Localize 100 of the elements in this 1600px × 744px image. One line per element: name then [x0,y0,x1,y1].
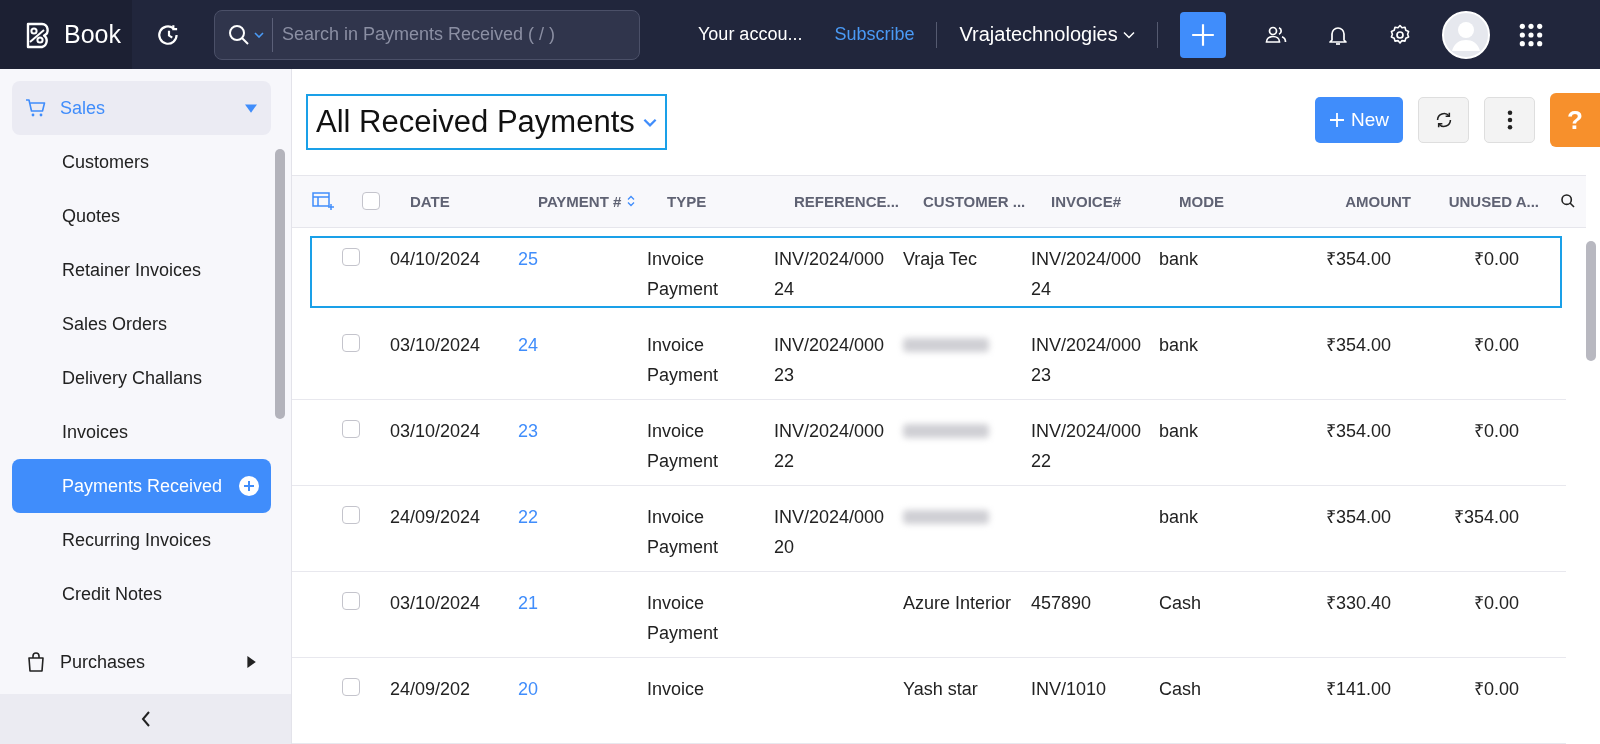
caret-icon [245,656,257,668]
search-field[interactable]: Search in Payments Received ( / ) [214,9,640,60]
table-cell-text: 04/10/2024 [390,247,482,271]
table-cell-text: ₹354.00 [1324,419,1392,443]
table-cell-text: INV/2024/00023 [1031,333,1143,387]
table-cell-text: Vraja Tec [903,247,979,271]
row-checkbox[interactable] [342,677,360,696]
refresh-button[interactable] [1418,97,1469,143]
sidebar-item[interactable]: Payments Received [12,459,271,513]
table-cell-text: ₹354.00 [1324,247,1392,271]
column-header[interactable]: MODE [1179,192,1291,210]
table-cell-text: 24/09/2024 [390,505,482,529]
app-name: Book [64,20,121,49]
table-row[interactable]: 24/09/202 20 Invoice Yash star INV/1010 Cash ₹141.00 ₹0.00 [292,657,1566,744]
select-all-checkbox[interactable] [362,192,380,211]
table-cell-text: INV/2024/00022 [774,419,886,473]
more-vertical-icon [1506,110,1513,130]
table-cell-text: ₹354.00 [1324,505,1392,529]
chevron-left-icon [140,711,151,727]
table-cell-text: Invoice Payment [647,419,720,473]
column-header[interactable]: AMOUNT [1291,192,1421,210]
table-cell-text: Invoice Payment [647,505,720,559]
table-cell-text: ₹0.00 [1472,591,1520,615]
table-cell-text: ₹330.40 [1324,591,1392,615]
row-checkbox[interactable] [342,247,360,266]
table-cell-text: bank [1159,247,1200,271]
table-cell-text: ₹354.00 [1452,505,1520,529]
sidebar-section[interactable]: Purchases [12,635,271,689]
table-cell-text: ₹0.00 [1472,333,1520,357]
more-options-button[interactable] [1484,97,1535,143]
caret-icon [245,102,257,114]
table-cell-text: ₹0.00 [1472,247,1520,271]
table-row[interactable]: 03/10/2024 24 Invoice Payment INV/2024/00023 INV/2024/00023 bank ₹354.00 ₹0.00 [292,313,1566,400]
payment-link[interactable]: 25 [518,243,647,274]
scrollbar-thumb[interactable] [275,149,285,419]
payment-link[interactable]: 20 [518,673,647,704]
table-cell-text: Cash [1159,677,1203,701]
column-header[interactable]: UNUSED A... [1421,192,1549,210]
search-icon[interactable] [1559,193,1576,210]
organization-menu[interactable]: Vrajatechnologies [959,23,1135,46]
column-header[interactable]: TYPE [667,192,794,210]
sidebar-item[interactable]: Delivery Challans [12,351,271,405]
table-row[interactable]: 03/10/2024 21 Invoice Payment Azure Interior 457890 Cash ₹330.40 ₹0.00 [292,571,1566,658]
add-circle-icon [239,476,259,496]
avatar-icon[interactable] [1441,10,1490,59]
table-cell-text: INV/2024/00020 [774,505,886,559]
table-cell-text: INV/2024/00023 [774,333,886,387]
sidebar-item[interactable]: Invoices [12,405,271,459]
new-button[interactable]: New [1315,97,1403,143]
payment-link[interactable]: 22 [518,501,647,532]
table-cell-text: INV/1010 [1031,677,1108,701]
sidebar-item[interactable]: Customers [12,135,271,189]
column-header[interactable]: PAYMENT # [538,192,667,210]
plus-icon [1189,21,1216,48]
table-cell-text: 24/09/202 [390,677,472,701]
row-checkbox[interactable] [342,505,360,524]
column-header[interactable]: CUSTOMER ... [923,192,1051,210]
search-icon [227,22,251,47]
table-cell-text: bank [1159,505,1200,529]
table-cell-text: ₹141.00 [1324,677,1392,701]
plus-icon [1329,112,1345,128]
column-settings-icon[interactable] [312,192,334,211]
sidebar-item[interactable]: Recurring Invoices [12,513,271,567]
table-cell-text: Invoice Payment [647,247,720,301]
caret-icon [1122,30,1135,39]
row-checkbox[interactable] [342,419,360,438]
scrollbar-thumb[interactable] [1586,241,1596,361]
table-cell-text: 03/10/2024 [390,333,482,357]
table-cell-text: INV/2024/00022 [1031,419,1143,473]
table-cell-text: INV/2024/00024 [774,247,886,301]
table-cell-text: 457890 [1031,591,1093,615]
payment-link[interactable]: 21 [518,587,647,618]
quick-create-button[interactable] [1179,11,1226,58]
subscribe-link[interactable]: Subscribe [834,24,915,45]
column-header[interactable]: DATE [410,192,538,210]
search-input[interactable]: Search in Payments Received ( / ) [273,23,639,46]
table-cell-text: Yash star [903,677,979,701]
table-cell-text: Invoice Payment [647,333,720,387]
table-cell-text: ₹0.00 [1472,419,1520,443]
column-header[interactable]: REFERENCE... [794,192,923,210]
sidebar-item[interactable]: Sales Orders [12,297,271,351]
view-selector[interactable]: All Received Payments [306,94,667,150]
table-cell-text: 03/10/2024 [390,419,482,443]
sidebar-item[interactable]: Retainer Invoices [12,243,271,297]
table-row[interactable]: 04/10/2024 25 Invoice Payment INV/2024/00024 Vraja Tec INV/2024/00024 bank ₹354.00 ₹0.00 [306,231,1566,312]
table-cell-text: Invoice Payment [647,591,720,645]
table-cell-text: Invoice [647,677,706,701]
payment-link[interactable]: 23 [518,415,647,446]
apps-grid-icon[interactable] [1517,21,1544,48]
sidebar-item[interactable]: Credit Notes [12,567,271,621]
row-checkbox[interactable] [342,591,360,610]
table-row[interactable]: 24/09/2024 22 Invoice Payment INV/2024/00020 bank ₹354.00 ₹354.00 [292,485,1566,572]
chevron-down-icon [642,117,657,127]
sidebar-item[interactable]: Quotes [12,189,271,243]
table-row[interactable]: 03/10/2024 23 Invoice Payment INV/2024/00022 INV/2024/00022 bank ₹354.00 ₹0.00 [292,399,1566,486]
payment-link[interactable]: 24 [518,329,647,360]
column-header[interactable]: INVOICE# [1051,192,1179,210]
table-cell-text: 03/10/2024 [390,591,482,615]
caret-icon [254,31,264,38]
row-checkbox[interactable] [342,333,360,352]
